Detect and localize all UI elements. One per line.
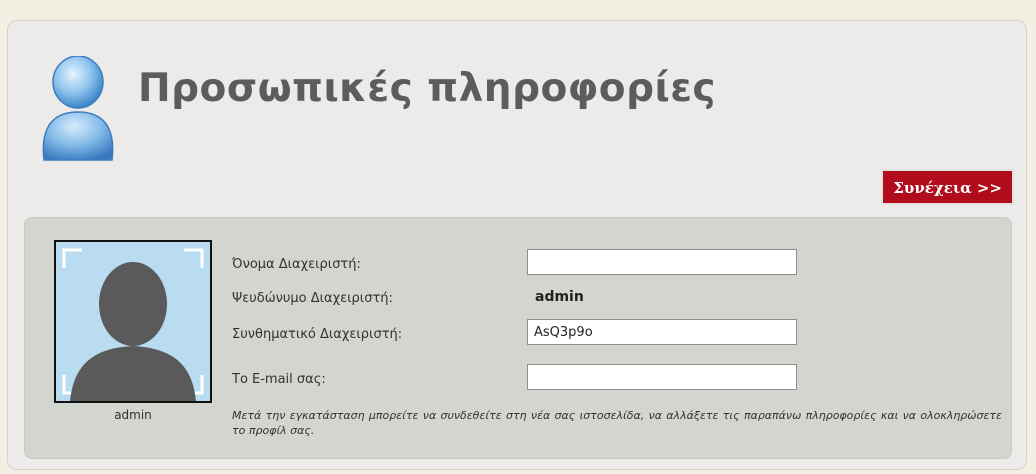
continue-button[interactable]: Συνέχεια >>	[881, 169, 1014, 205]
info-note: Μετά την εγκατάσταση μπορείτε να συνδεθε…	[232, 409, 1002, 437]
user-icon	[38, 55, 118, 164]
page-title: Προσωπικές πληροφορίες	[138, 66, 717, 111]
admin-username-label: Ψευδώνυμο Διαχειριστή:	[232, 291, 393, 306]
admin-password-label: Συνθηματικό Διαχειριστή:	[232, 327, 403, 342]
personal-info-panel: Προσωπικές πληροφορίες Συνέχεια >> admin…	[7, 20, 1027, 470]
admin-name-label: Όνομα Διαχειριστή:	[232, 257, 361, 272]
email-field[interactable]	[527, 364, 797, 390]
avatar	[54, 240, 212, 403]
email-label: Το E-mail σας:	[232, 372, 326, 387]
admin-password-field[interactable]	[527, 319, 797, 345]
admin-form: admin Όνομα Διαχειριστή: Ψευδώνυμο Διαχε…	[24, 217, 1012, 459]
avatar-silhouette-icon	[62, 248, 204, 401]
admin-username-value: admin	[535, 289, 584, 305]
avatar-caption: admin	[114, 408, 152, 422]
admin-name-field[interactable]	[527, 249, 797, 275]
